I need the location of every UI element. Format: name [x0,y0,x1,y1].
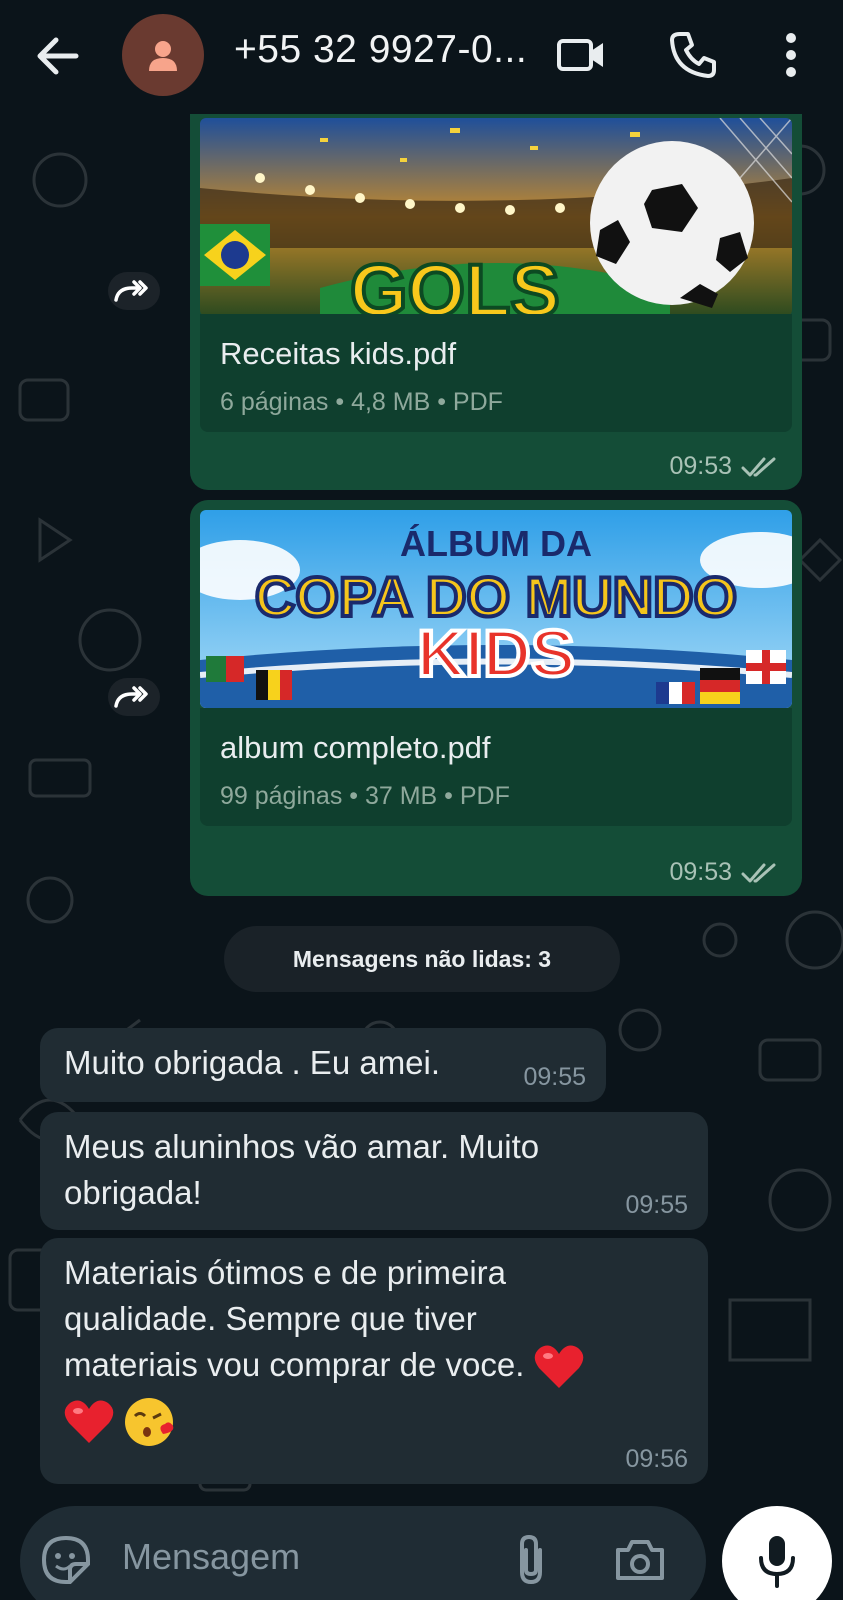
camera-icon[interactable] [614,1536,666,1584]
thumbnail-line1: ÁLBUM DA [400,523,592,564]
back-arrow-icon[interactable] [32,30,84,82]
message-time: 09:56 [625,1445,688,1473]
microphone-icon [759,1536,795,1588]
message-line [64,1396,584,1448]
message-line: obrigada! [64,1174,202,1211]
message-input[interactable]: Mensagem [122,1536,300,1578]
forward-icon [114,686,148,708]
contact-name[interactable]: +55 32 9927-0... [234,28,527,72]
message-line: qualidade. Sempre que tiver [64,1300,477,1337]
unread-messages-divider: Mensagens não lidas: 3 [224,926,620,992]
chat-header: +55 32 9927-0... [0,0,843,114]
document-thumbnail[interactable]: ÁLBUM DA COPA DO MUNDO KIDS [200,510,792,708]
person-icon [149,41,177,71]
double-check-icon [741,863,776,883]
message-time: 09:55 [625,1191,688,1219]
message-composer[interactable]: Mensagem [20,1506,706,1600]
document-message[interactable]: ÁLBUM DA COPA DO MUNDO KIDS album comple… [190,500,802,896]
phone-icon[interactable] [668,30,718,80]
document-meta: 6 páginas • 4,8 MB • PDF [220,388,503,416]
thumbnail-line3: KIDS [417,616,575,690]
forward-button[interactable] [108,678,160,716]
kissing-face-emoji [125,1398,174,1447]
message-line: Materiais ótimos e de primeira [64,1254,506,1291]
heart-emoji [64,1400,114,1444]
message-time: 09:53 [669,452,732,480]
double-check-icon [741,457,776,477]
document-thumbnail[interactable]: GOLS [200,118,792,316]
heart-emoji [534,1345,583,1389]
document-message[interactable]: GOLS Receitas kids.pdf 6 páginas • 4,8 M… [190,96,802,490]
message-text: Muito obrigada . Eu amei. [64,1044,441,1081]
video-call-icon[interactable] [556,30,606,80]
document-meta: 99 páginas • 37 MB • PDF [220,782,510,810]
message-text: Materiais ótimos e de primeira qualidade… [64,1250,584,1448]
message-time: 09:53 [669,858,732,886]
incoming-message[interactable]: Materiais ótimos e de primeira qualidade… [40,1238,708,1484]
album-thumbnail-image: ÁLBUM DA COPA DO MUNDO KIDS [200,510,792,708]
forward-button[interactable] [108,272,160,310]
document-filename: Receitas kids.pdf [220,336,457,371]
document-filename: album completo.pdf [220,730,491,765]
message-line: Meus aluninhos vão amar. Muito [64,1128,540,1165]
sticker-icon[interactable] [40,1534,92,1586]
message-text: Meus aluninhos vão amar. Muito obrigada! [64,1124,539,1216]
attach-icon[interactable] [514,1532,548,1588]
soccer-thumbnail-image: GOLS [200,118,792,316]
forward-icon [114,280,148,302]
chat-screen: +55 32 9927-0... GOLS Receitas kids.pdf … [0,0,843,1600]
incoming-message[interactable]: Meus aluninhos vão amar. Muito obrigada!… [40,1112,708,1230]
document-info[interactable]: Receitas kids.pdf 6 páginas • 4,8 MB • P… [200,314,792,432]
more-vert-icon[interactable] [776,30,806,80]
message-line-text: materiais vou comprar de voce. [64,1346,525,1383]
document-info[interactable]: album completo.pdf 99 páginas • 37 MB • … [200,708,792,826]
avatar[interactable] [122,14,204,96]
message-line: materiais vou comprar de voce. [64,1342,584,1390]
thumbnail-title: GOLS [350,249,560,316]
incoming-message[interactable]: Muito obrigada . Eu amei. 09:55 [40,1028,606,1102]
message-time: 09:55 [523,1063,586,1091]
